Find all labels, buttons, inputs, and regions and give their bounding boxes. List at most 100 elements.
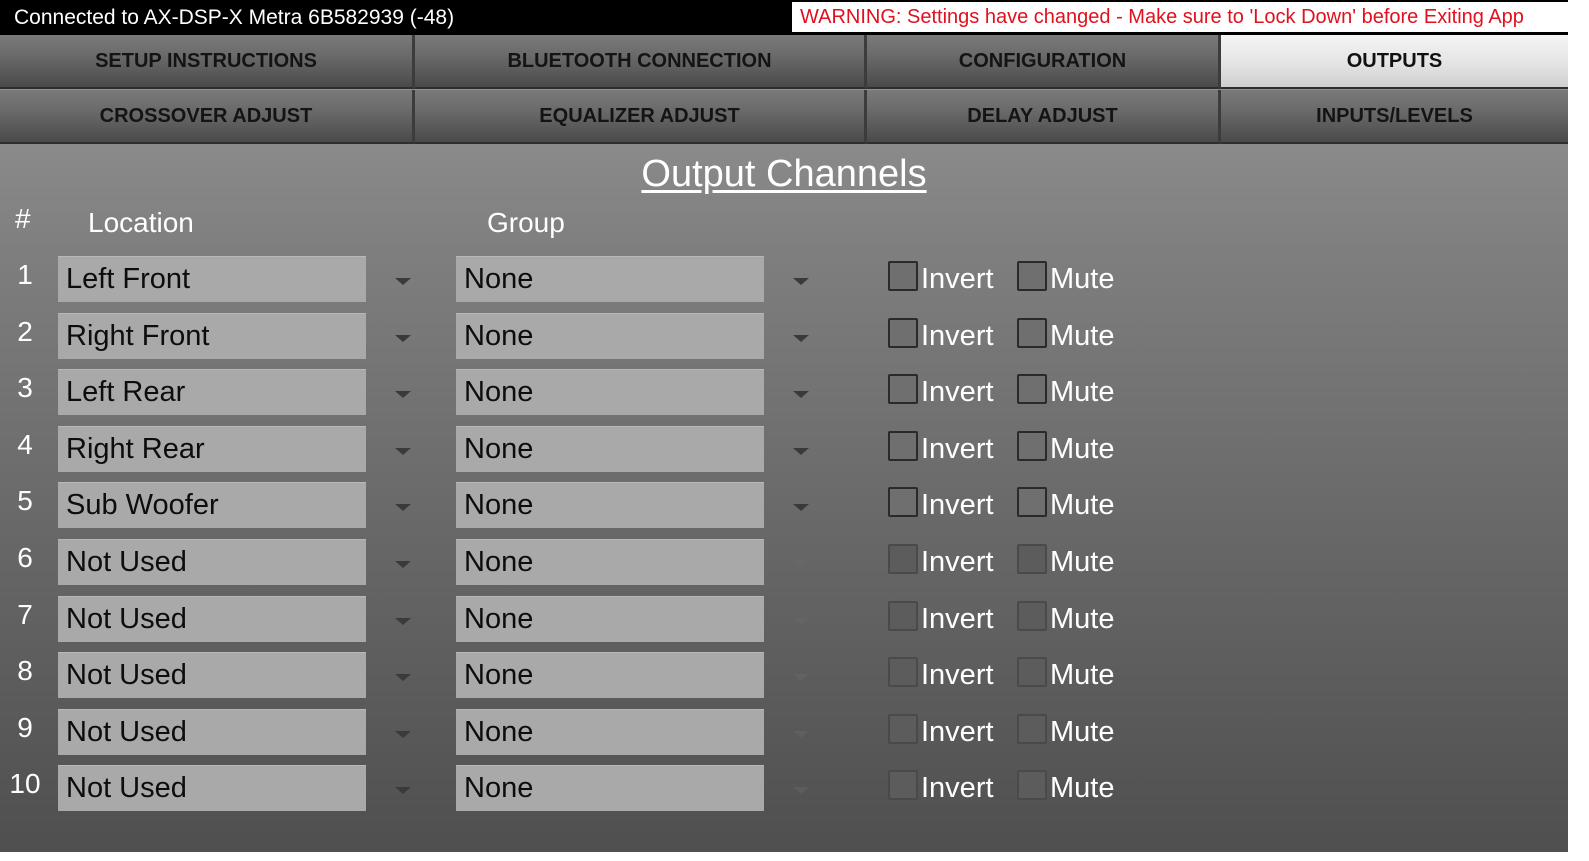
location-select[interactable]: Not Used	[58, 539, 366, 585]
invert-label: Invert	[921, 546, 994, 578]
location-dropdown-chevron-icon[interactable]	[395, 561, 411, 568]
tab-outputs[interactable]: OUTPUTS	[1221, 35, 1568, 89]
location-dropdown-chevron-icon[interactable]	[395, 787, 411, 794]
mute-checkbox[interactable]	[1017, 657, 1047, 687]
page-title: Output Channels	[641, 153, 927, 195]
mute-checkbox[interactable]	[1017, 714, 1047, 744]
location-dropdown-chevron-icon[interactable]	[395, 618, 411, 625]
tab-delay-adjust[interactable]: DELAY ADJUST	[867, 90, 1221, 144]
mute-label: Mute	[1050, 376, 1115, 408]
invert-checkbox[interactable]	[888, 431, 918, 461]
column-header-group: Group	[487, 207, 565, 238]
tab-configuration[interactable]: CONFIGURATION	[867, 35, 1221, 89]
invert-label: Invert	[921, 320, 994, 352]
location-dropdown-chevron-icon[interactable]	[395, 448, 411, 455]
group-dropdown-chevron-icon[interactable]	[793, 674, 809, 681]
group-dropdown-chevron-icon[interactable]	[793, 618, 809, 625]
invert-label: Invert	[921, 603, 994, 635]
mute-label: Mute	[1050, 320, 1115, 352]
status-bar: Connected to AX-DSP-X Metra 6B582939 (-4…	[0, 0, 1568, 36]
group-dropdown-chevron-icon[interactable]	[793, 278, 809, 285]
tab-setup-instructions[interactable]: SETUP INSTRUCTIONS	[0, 35, 415, 89]
location-dropdown-chevron-icon[interactable]	[395, 731, 411, 738]
channel-number: 4	[17, 429, 33, 460]
invert-checkbox[interactable]	[888, 657, 918, 687]
invert-label: Invert	[921, 772, 994, 804]
group-dropdown-chevron-icon[interactable]	[793, 448, 809, 455]
invert-label: Invert	[921, 433, 994, 465]
invert-label: Invert	[921, 376, 994, 408]
tab-bluetooth-connection[interactable]: BLUETOOTH CONNECTION	[415, 35, 867, 89]
mute-checkbox[interactable]	[1017, 431, 1047, 461]
group-select[interactable]: None	[456, 426, 764, 472]
group-dropdown-chevron-icon[interactable]	[793, 391, 809, 398]
channel-number: 3	[17, 372, 33, 403]
invert-checkbox[interactable]	[888, 770, 918, 800]
location-dropdown-chevron-icon[interactable]	[395, 278, 411, 285]
mute-label: Mute	[1050, 716, 1115, 748]
tab-crossover-adjust[interactable]: CROSSOVER ADJUST	[0, 90, 415, 144]
tab-equalizer-adjust[interactable]: EQUALIZER ADJUST	[415, 90, 867, 144]
warning-banner: WARNING: Settings have changed - Make su…	[792, 2, 1568, 32]
channel-number: 7	[17, 599, 33, 630]
group-dropdown-chevron-icon[interactable]	[793, 731, 809, 738]
location-select[interactable]: Not Used	[58, 765, 366, 811]
mute-label: Mute	[1050, 433, 1115, 465]
channel-number: 10	[9, 768, 41, 799]
mute-label: Mute	[1050, 263, 1115, 295]
location-select[interactable]: Right Front	[58, 313, 366, 359]
location-dropdown-chevron-icon[interactable]	[395, 504, 411, 511]
location-select[interactable]: Left Front	[58, 256, 366, 302]
channel-number: 5	[17, 485, 33, 516]
channel-number: 6	[17, 542, 33, 573]
invert-checkbox[interactable]	[888, 261, 918, 291]
location-dropdown-chevron-icon[interactable]	[395, 674, 411, 681]
mute-checkbox[interactable]	[1017, 374, 1047, 404]
invert-checkbox[interactable]	[888, 544, 918, 574]
channel-number: 9	[17, 712, 33, 743]
mute-label: Mute	[1050, 772, 1115, 804]
tab-inputs-levels[interactable]: INPUTS/LEVELS	[1221, 90, 1568, 144]
group-select[interactable]: None	[456, 369, 764, 415]
channel-number: 2	[17, 316, 33, 347]
location-select[interactable]: Sub Woofer	[58, 482, 366, 528]
group-select[interactable]: None	[456, 313, 764, 359]
group-dropdown-chevron-icon[interactable]	[793, 504, 809, 511]
location-dropdown-chevron-icon[interactable]	[395, 391, 411, 398]
group-dropdown-chevron-icon[interactable]	[793, 561, 809, 568]
location-dropdown-chevron-icon[interactable]	[395, 335, 411, 342]
channel-number: 8	[17, 655, 33, 686]
group-select[interactable]: None	[456, 709, 764, 755]
mute-checkbox[interactable]	[1017, 318, 1047, 348]
mute-label: Mute	[1050, 546, 1115, 578]
mute-checkbox[interactable]	[1017, 601, 1047, 631]
mute-checkbox[interactable]	[1017, 487, 1047, 517]
group-select[interactable]: None	[456, 596, 764, 642]
group-select[interactable]: None	[456, 256, 764, 302]
group-select[interactable]: None	[456, 482, 764, 528]
column-header-number: #	[15, 203, 31, 234]
invert-checkbox[interactable]	[888, 318, 918, 348]
group-select[interactable]: None	[456, 539, 764, 585]
invert-checkbox[interactable]	[888, 374, 918, 404]
location-select[interactable]: Not Used	[58, 596, 366, 642]
group-select[interactable]: None	[456, 765, 764, 811]
location-select[interactable]: Not Used	[58, 709, 366, 755]
group-dropdown-chevron-icon[interactable]	[793, 787, 809, 794]
mute-label: Mute	[1050, 659, 1115, 691]
location-select[interactable]: Right Rear	[58, 426, 366, 472]
mute-checkbox[interactable]	[1017, 544, 1047, 574]
location-select[interactable]: Not Used	[58, 652, 366, 698]
invert-checkbox[interactable]	[888, 601, 918, 631]
column-header-location: Location	[88, 207, 194, 238]
invert-label: Invert	[921, 263, 994, 295]
invert-checkbox[interactable]	[888, 487, 918, 517]
group-select[interactable]: None	[456, 652, 764, 698]
mute-checkbox[interactable]	[1017, 261, 1047, 291]
invert-checkbox[interactable]	[888, 714, 918, 744]
group-dropdown-chevron-icon[interactable]	[793, 335, 809, 342]
location-select[interactable]: Left Rear	[58, 369, 366, 415]
invert-label: Invert	[921, 489, 994, 521]
mute-checkbox[interactable]	[1017, 770, 1047, 800]
invert-label: Invert	[921, 659, 994, 691]
